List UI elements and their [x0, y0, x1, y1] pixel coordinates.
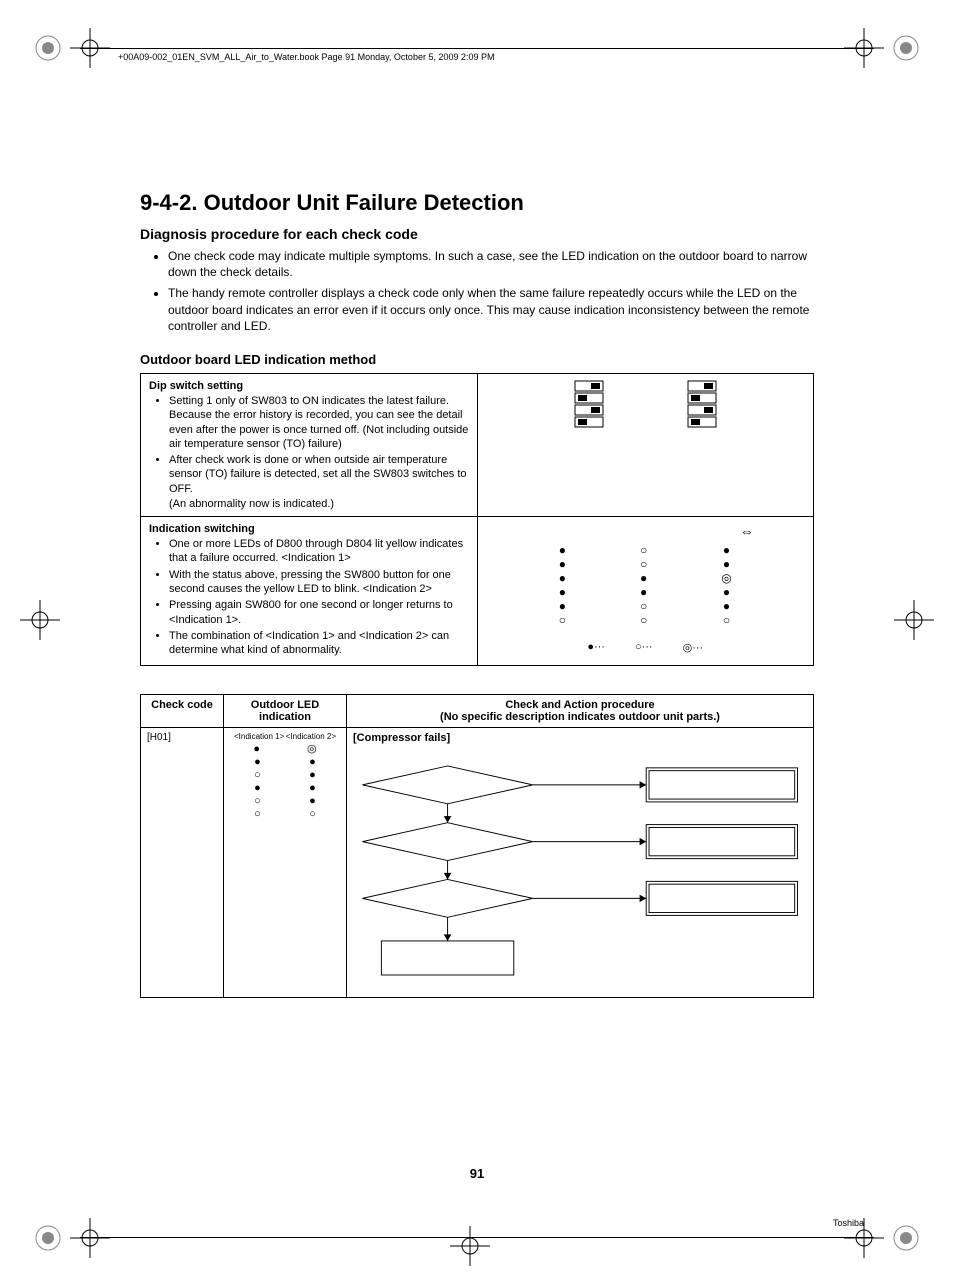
led-column-2: ○○●●○○: [640, 543, 647, 627]
flowchart-icon: [353, 750, 807, 990]
indication-cell: Indication switching One or more LEDs of…: [141, 517, 478, 666]
ind-item-3: Pressing again SW800 for one second or l…: [169, 598, 469, 627]
running-header: +00A09-002_01EN_SVM_ALL_Air_to_Water.boo…: [118, 52, 495, 62]
section-number: 9-4-2.: [140, 190, 197, 215]
crop-mark-bl: [28, 1218, 68, 1258]
brand-label: Toshiba: [833, 1218, 864, 1228]
double-arrow-icon: ⇔: [740, 523, 754, 539]
th-action-sub: (No specific description indicates outdo…: [353, 711, 807, 723]
footer-rule: [80, 1237, 874, 1238]
legend-filled: ●···: [587, 641, 605, 654]
dip-item-2: After check work is done or when outside…: [169, 453, 469, 496]
led-column-1: ●●●●●○: [559, 543, 566, 627]
ind-item-1: One or more LEDs of D800 through D804 li…: [169, 537, 469, 566]
dip-diagram-cell: [477, 373, 814, 516]
diagnosis-bullets: One check code may indicate multiple sym…: [140, 248, 814, 334]
dip-switch-right-icon: [687, 380, 717, 439]
header-rule: [80, 48, 874, 49]
page-number: 91: [0, 1166, 954, 1181]
led-method-table: Dip switch setting Setting 1 only of SW8…: [140, 373, 814, 666]
led-column-3: ●●◎●●○: [721, 543, 731, 627]
indication-diagram-cell: ⇔ ●●●●●○ ○○●●○○ ●●◎●●○ ●··· ○···: [477, 517, 814, 666]
crop-mark-tr: [886, 28, 926, 68]
dip-item-1: Setting 1 only of SW803 to ON indicates …: [169, 394, 469, 451]
legend-open: ○···: [635, 641, 653, 654]
td-code: [H01]: [141, 728, 224, 998]
dip-item-3: (An abnormality now is indicated.): [149, 498, 469, 510]
page-content: 9-4-2. Outdoor Unit Failure Detection Di…: [140, 190, 814, 1186]
ind-item-2: With the status above, pressing the SW80…: [169, 568, 469, 597]
th-check-code: Check code: [141, 695, 224, 728]
bullet-2: The handy remote controller displays a c…: [168, 285, 814, 334]
bullet-1: One check code may indicate multiple sym…: [168, 248, 814, 280]
th-action: Check and Action procedure (No specific …: [347, 695, 814, 728]
crop-mark-br: [886, 1218, 926, 1258]
indication-title: Indication switching: [149, 523, 469, 535]
dip-title: Dip switch setting: [149, 380, 469, 392]
crop-mark-bc: [450, 1226, 490, 1266]
flow-title: [Compressor fails]: [353, 732, 807, 744]
section-title-text: Outdoor Unit Failure Detection: [204, 190, 524, 215]
check-code-table: Check code Outdoor LED indication Check …: [140, 694, 814, 998]
ind1-label: <Indication 1>: [234, 732, 284, 741]
legend-double: ◎···: [683, 641, 704, 654]
section-title: 9-4-2. Outdoor Unit Failure Detection: [140, 190, 814, 216]
dip-cell: Dip switch setting Setting 1 only of SW8…: [141, 373, 478, 516]
crop-mark-tl: [28, 28, 68, 68]
th-led: Outdoor LED indication: [224, 695, 347, 728]
ind2-label: <Indication 2>: [286, 732, 336, 741]
diagnosis-subtitle: Diagnosis procedure for each check code: [140, 226, 814, 242]
crop-mark-bl2: [70, 1218, 110, 1258]
outdoor-heading: Outdoor board LED indication method: [140, 352, 814, 367]
crop-mark-mr: [894, 600, 934, 640]
crop-mark-ml: [20, 600, 60, 640]
td-flow: [Compressor fails]: [347, 728, 814, 998]
td-led: <Indication 1> <Indication 2> ●◎ ●● ○● ●…: [224, 728, 347, 998]
ind-item-4: The combination of <Indication 1> and <I…: [169, 629, 469, 658]
dip-switch-left-icon: [574, 380, 604, 439]
th-action-main: Check and Action procedure: [353, 699, 807, 711]
